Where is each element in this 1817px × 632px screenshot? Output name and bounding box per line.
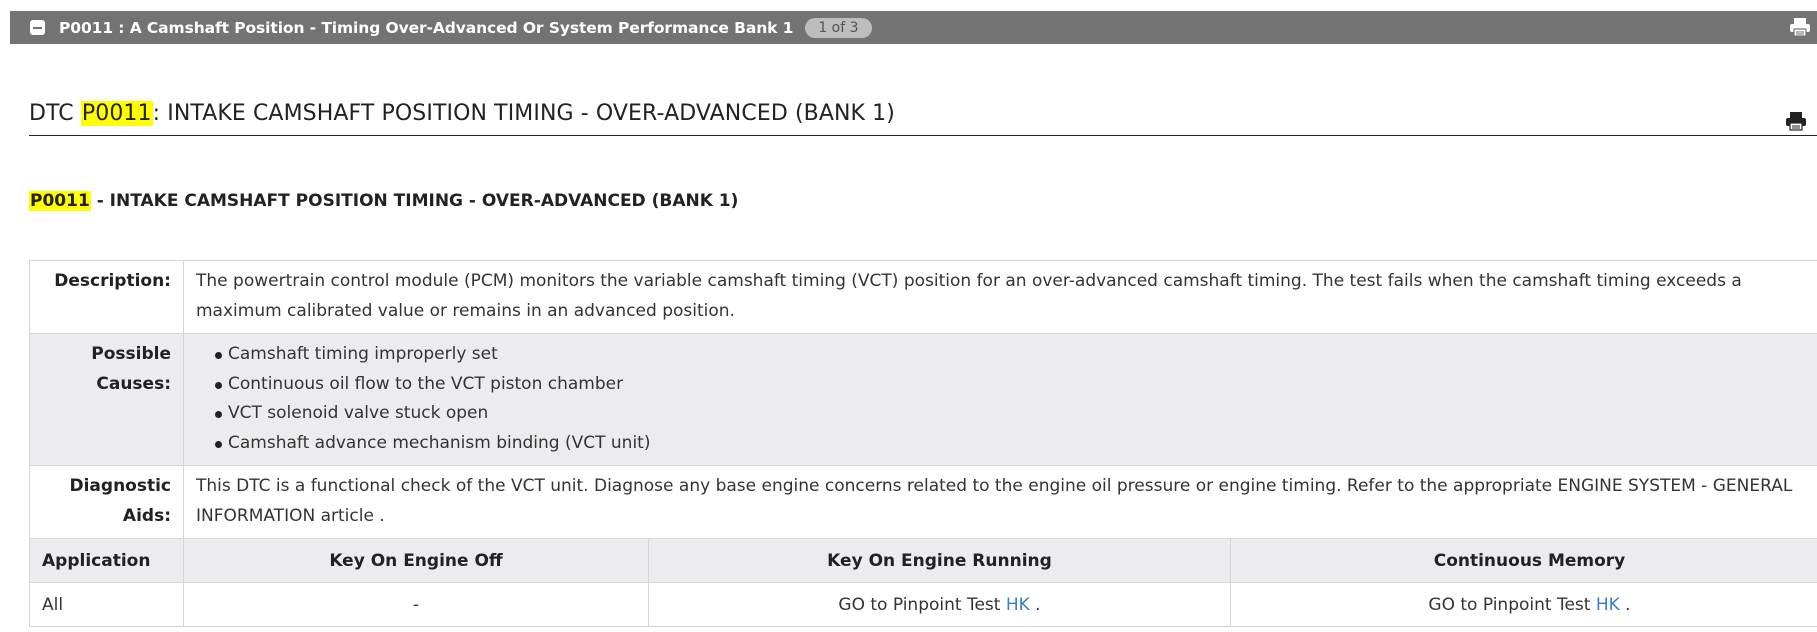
continuous-memory-cell: GO to Pinpoint Test HK . — [1230, 582, 1817, 627]
list-item: Camshaft timing improperly set — [215, 340, 1816, 370]
description-text: The powertrain control module (PCM) moni… — [183, 260, 1817, 334]
list-item: VCT solenoid valve stuck open — [215, 399, 1816, 429]
section-title: P0011 : A Camshaft Position - Timing Ove… — [59, 18, 794, 37]
causes-list: Camshaft timing improperly set Continuou… — [196, 340, 1816, 458]
diagnostic-aids-label: Diagnostic Aids: — [29, 465, 184, 539]
table-row: All - GO to Pinpoint Test HK . GO to Pin… — [29, 582, 1817, 627]
column-header-koer: Key On Engine Running — [648, 538, 1231, 583]
column-header-koeo: Key On Engine Off — [183, 538, 649, 583]
pinpoint-test-link[interactable]: HK — [1596, 595, 1620, 615]
column-header-application: Application — [29, 538, 184, 583]
description-row: Description: The powertrain control modu… — [29, 260, 1817, 334]
title-divider — [29, 135, 1817, 136]
table-header-row: Application Key On Engine Off Key On Eng… — [29, 538, 1817, 583]
dtc-info-table: Description: The powertrain control modu… — [29, 260, 1817, 539]
list-item: Camshaft advance mechanism binding (VCT … — [215, 429, 1816, 459]
subheading-suffix: - INTAKE CAMSHAFT POSITION TIMING - OVER… — [90, 191, 739, 211]
causes-row: Possible Causes: Camshaft timing imprope… — [29, 333, 1817, 466]
list-item: Continuous oil flow to the VCT piston ch… — [215, 370, 1816, 400]
dtc-subheading: P0011 - INTAKE CAMSHAFT POSITION TIMING … — [29, 191, 738, 211]
koer-text: GO to Pinpoint Test — [838, 594, 1006, 615]
title-suffix: : INTAKE CAMSHAFT POSITION TIMING - OVER… — [152, 101, 895, 126]
pager-badge: 1 of 3 — [805, 17, 872, 38]
collapse-icon[interactable] — [30, 20, 45, 35]
application-cell: All — [29, 582, 184, 627]
koer-suffix: . — [1029, 594, 1041, 615]
dtc-code-highlight: P0011 — [80, 101, 153, 126]
printer-icon[interactable] — [1789, 17, 1811, 41]
printer-icon[interactable] — [1785, 111, 1807, 135]
pinpoint-test-link[interactable]: HK — [1006, 595, 1030, 615]
description-label: Description: — [29, 260, 184, 334]
cm-suffix: . — [1619, 594, 1631, 615]
causes-cell: Camshaft timing improperly set Continuou… — [183, 333, 1817, 466]
causes-label: Possible Causes: — [29, 333, 184, 466]
column-header-continuous-memory: Continuous Memory — [1230, 538, 1817, 583]
diagnostic-aids-text: This DTC is a functional check of the VC… — [183, 465, 1817, 539]
cm-text: GO to Pinpoint Test — [1428, 594, 1596, 615]
page-title: DTC P0011: INTAKE CAMSHAFT POSITION TIMI… — [29, 101, 895, 126]
koeo-cell: - — [183, 582, 649, 627]
koer-cell: GO to Pinpoint Test HK . — [648, 582, 1231, 627]
dtc-code-highlight: P0011 — [29, 191, 91, 211]
diagnostic-aids-row: Diagnostic Aids: This DTC is a functiona… — [29, 465, 1817, 539]
application-table: Application Key On Engine Off Key On Eng… — [29, 538, 1817, 627]
section-header-bar[interactable]: P0011 : A Camshaft Position - Timing Ove… — [10, 11, 1817, 44]
title-prefix: DTC — [29, 101, 81, 126]
